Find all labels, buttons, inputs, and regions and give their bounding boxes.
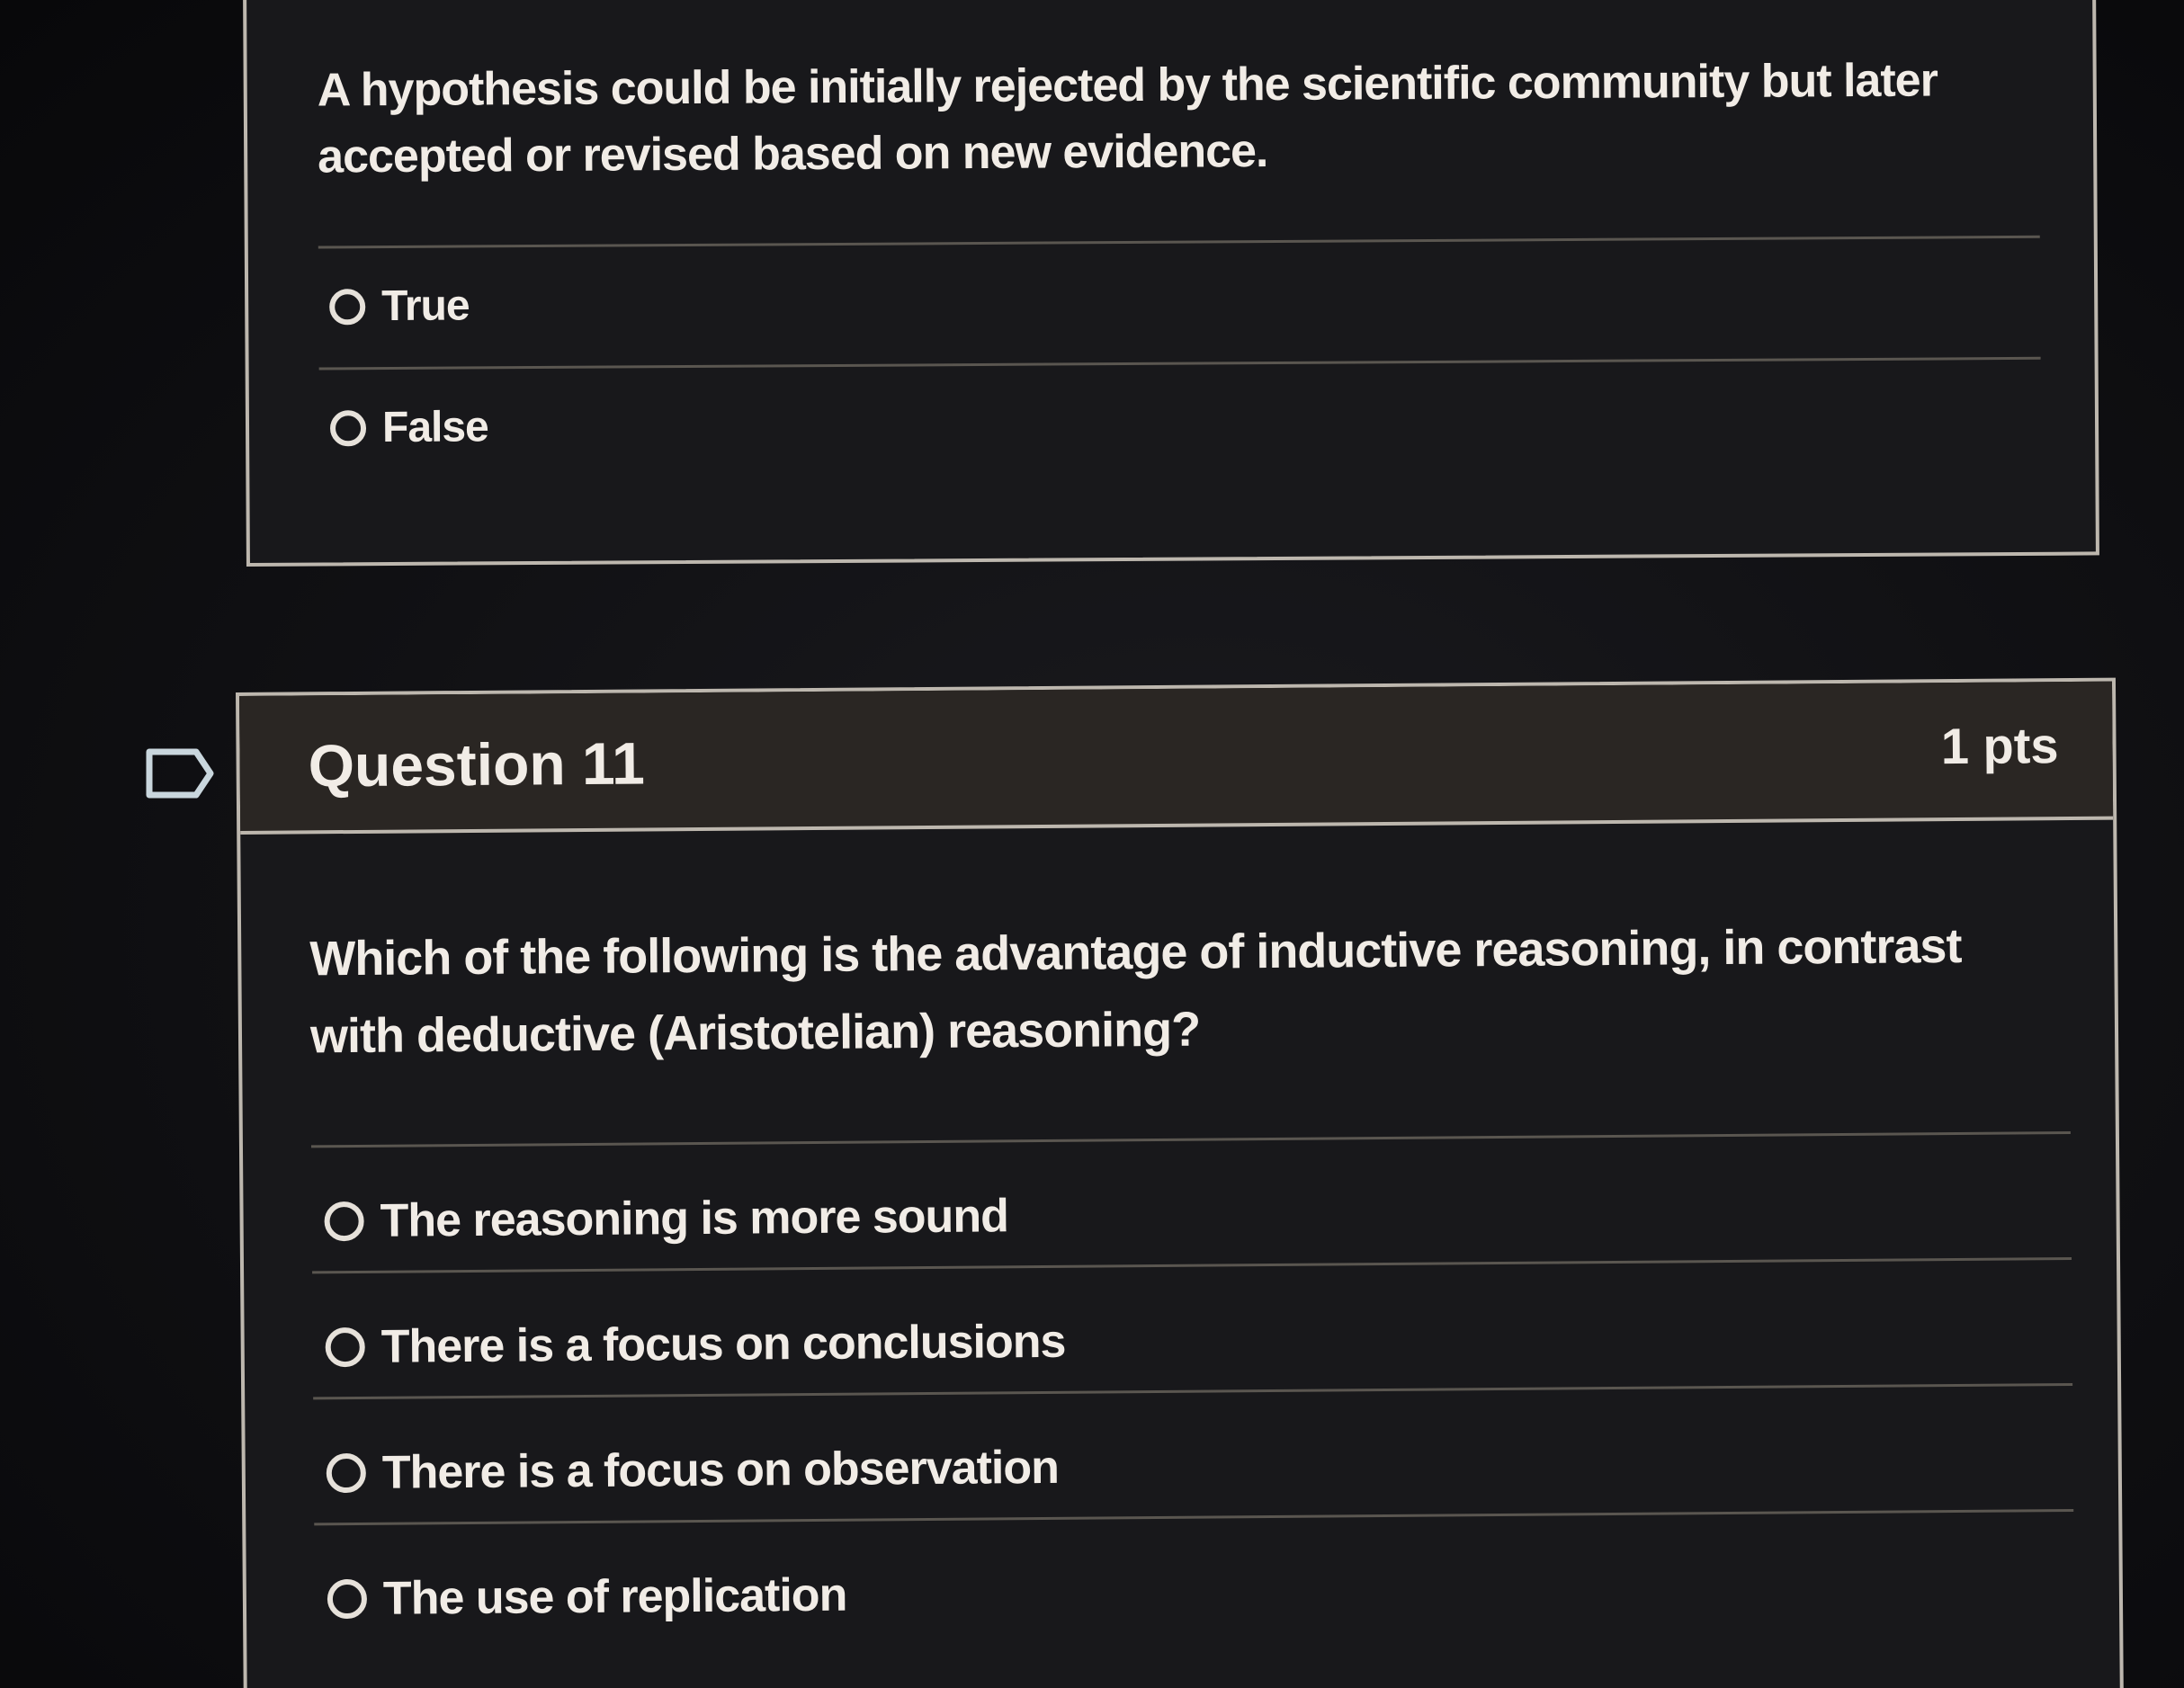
question-10-text: A hypothesis could be initially rejected…	[317, 54, 1938, 183]
radio-unchecked-icon[interactable]	[325, 1326, 365, 1368]
divider	[318, 235, 2040, 249]
radio-unchecked-icon[interactable]	[326, 1452, 366, 1494]
question-10-card: A hypothesis could be initially rejected…	[243, 0, 2099, 567]
divider	[313, 1382, 2073, 1400]
answer-option-false[interactable]: False	[329, 402, 488, 452]
answer-label: The use of replication	[382, 1568, 847, 1625]
quiz-page: A hypothesis could be initially rejected…	[0, 0, 2184, 1688]
question-points: 1 pts	[1940, 717, 2059, 775]
answer-option-2[interactable]: There is a focus on conclusions	[325, 1315, 1066, 1374]
answer-label: There is a focus on conclusions	[380, 1315, 1066, 1373]
divider	[318, 356, 2041, 371]
bookmark-flag-icon[interactable]	[144, 746, 216, 800]
radio-unchecked-icon[interactable]	[329, 288, 366, 325]
radio-unchecked-icon[interactable]	[324, 1201, 364, 1242]
answer-label: There is a focus on observation	[381, 1441, 1060, 1499]
answer-option-3[interactable]: There is a focus on observation	[326, 1441, 1060, 1500]
answer-label: False	[381, 403, 488, 452]
question-title: Question 11	[308, 729, 646, 799]
question-11-text: Which of the following is the advantage …	[309, 918, 1962, 1064]
answer-label: True	[381, 281, 470, 331]
answer-option-4[interactable]: The use of replication	[327, 1568, 847, 1627]
divider	[314, 1508, 2074, 1526]
divider	[310, 1130, 2071, 1148]
answer-option-true[interactable]: True	[329, 281, 470, 331]
answer-option-1[interactable]: The reasoning is more sound	[324, 1189, 1008, 1248]
divider	[312, 1256, 2072, 1274]
radio-unchecked-icon[interactable]	[327, 1578, 368, 1620]
question-header: Question 11 1 pts	[239, 681, 2114, 835]
radio-unchecked-icon[interactable]	[329, 409, 367, 446]
answer-label: The reasoning is more sound	[380, 1190, 1009, 1247]
question-11-card: Question 11 1 pts Which of the following…	[236, 677, 2125, 1688]
